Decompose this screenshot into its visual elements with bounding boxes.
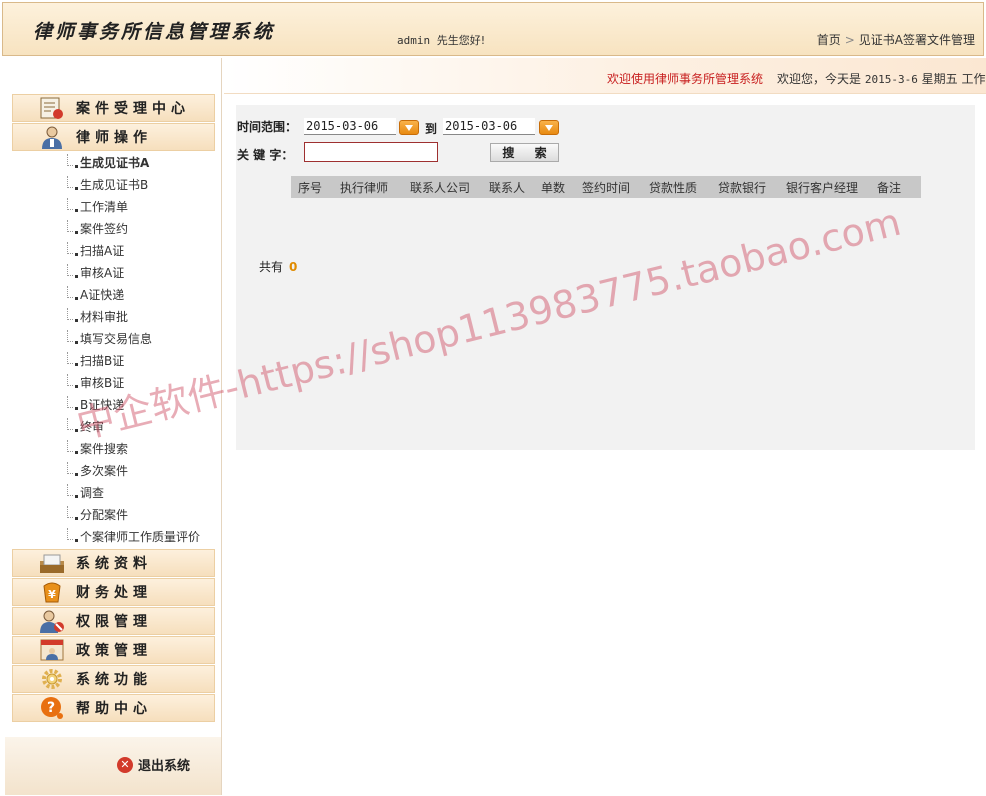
sidebar-item-quality-evaluation[interactable]: 个案律师工作质量评价 <box>67 526 221 548</box>
lawyer-icon <box>38 125 66 149</box>
breadcrumb-current: 见证书A签署文件管理 <box>858 33 975 47</box>
sidebar-item-work-list[interactable]: 工作清单 <box>67 196 221 218</box>
keyword-input[interactable] <box>304 142 438 162</box>
column-header: 单数 <box>540 180 565 195</box>
total-count: 共有 0 <box>259 258 297 275</box>
today-date: 2015-3-6 <box>864 73 918 86</box>
column-header: 联系人 <box>488 180 525 195</box>
sidebar-item-case-search[interactable]: 案件搜索 <box>67 438 221 460</box>
app-title: 律师事务所信息管理系统 <box>33 21 276 43</box>
certificate-icon <box>38 96 66 120</box>
sidebar-category-label: 权限管理 <box>76 614 152 630</box>
sidebar-category-system-data[interactable]: 系统资料 <box>12 549 215 577</box>
search-button[interactable]: 搜 索 <box>490 143 559 162</box>
breadcrumb-home[interactable]: 首页 <box>817 33 841 47</box>
sidebar-item-express-a[interactable]: A证快递 <box>67 284 221 306</box>
today-status: 工作 <box>961 72 986 86</box>
policy-icon <box>38 638 66 662</box>
sidebar-category-label: 系统资料 <box>76 556 152 572</box>
sidebar-item-generate-cert-b[interactable]: 生成见证书B <box>67 174 221 196</box>
sidebar-category-permission[interactable]: 权限管理 <box>12 607 215 635</box>
close-icon: ✕ <box>117 756 133 773</box>
sidebar-category-label: 政策管理 <box>76 643 152 659</box>
sidebar-category-case-center[interactable]: 案件受理中心 <box>12 94 215 122</box>
search-panel: 时间范围： 到 关 键 字： 搜 索 序号 执行律师 联系人公司 联系人 单数 … <box>236 105 975 450</box>
sidebar-category-policy[interactable]: 政策管理 <box>12 636 215 664</box>
column-header: 联系人公司 <box>409 180 470 195</box>
sidebar-item-review-a[interactable]: 审核A证 <box>67 262 221 284</box>
total-value: 0 <box>289 260 298 274</box>
column-header: 贷款银行 <box>717 180 766 195</box>
sidebar: 案件受理中心 律师操作 生成见证书A 生成见证书B 工作清单 案件签约 扫描A证… <box>5 58 222 795</box>
sidebar-category-finance[interactable]: ¥ 财务处理 <box>12 578 215 606</box>
chevron-right-icon: > <box>844 33 855 47</box>
sidebar-top <box>5 58 221 94</box>
gear-icon <box>38 667 66 691</box>
username: admin <box>397 34 431 47</box>
column-header: 签约时间 <box>581 180 630 195</box>
table-header: 序号 执行律师 联系人公司 联系人 单数 签约时间 贷款性质 贷款银行 银行客户… <box>291 176 921 198</box>
svg-text:?: ? <box>47 700 55 716</box>
today-prefix: 欢迎您，今天是 <box>777 72 862 86</box>
sidebar-item-material-approval[interactable]: 材料审批 <box>67 306 221 328</box>
welcome-bar: 欢迎使用律师事务所管理系统 欢迎您，今天是 2015-3-6 星期五 工作 <box>224 58 986 94</box>
column-header: 银行客户经理 <box>785 180 858 195</box>
today-info: 欢迎您，今天是 2015-3-6 星期五 工作 <box>777 70 986 87</box>
top-header: 律师事务所信息管理系统 admin 先生您好! 首页 > 见证书A签署文件管理 <box>2 2 984 56</box>
keyword-label: 关 键 字： <box>237 148 294 162</box>
sidebar-item-case-signing[interactable]: 案件签约 <box>67 218 221 240</box>
date-to-input[interactable] <box>443 118 535 135</box>
sidebar-category-label: 财务处理 <box>76 585 152 601</box>
sidebar-category-label: 律师操作 <box>76 130 152 146</box>
calendar-dropdown-icon[interactable] <box>539 120 559 135</box>
page: 律师事务所信息管理系统 admin 先生您好! 首页 > 见证书A签署文件管理 案件… <box>0 0 986 796</box>
sidebar-item-express-b[interactable]: B证快递 <box>67 394 221 416</box>
folder-icon <box>38 551 66 575</box>
total-label: 共有 <box>259 260 284 274</box>
time-range-label: 时间范围： <box>237 120 298 134</box>
column-header: 备注 <box>876 180 901 195</box>
user-greeting: admin 先生您好! <box>397 32 485 48</box>
column-header: 执行律师 <box>339 180 388 195</box>
sidebar-item-generate-cert-a[interactable]: 生成见证书A <box>67 152 221 174</box>
sidebar-item-scan-a[interactable]: 扫描A证 <box>67 240 221 262</box>
sidebar-footer: ✕ 退出系统 <box>5 737 221 795</box>
column-header: 贷款性质 <box>648 180 697 195</box>
money-icon: ¥ <box>38 580 66 604</box>
lawyer-ops-submenu: 生成见证书A 生成见证书B 工作清单 案件签约 扫描A证 审核A证 A证快递 材… <box>67 152 221 548</box>
sidebar-category-system-functions[interactable]: 系统功能 <box>12 665 215 693</box>
help-icon: ? <box>38 696 66 720</box>
greeting-text: 先生您好! <box>436 34 486 47</box>
sidebar-item-final-review[interactable]: 终审 <box>67 416 221 438</box>
sidebar-item-fill-transaction[interactable]: 填写交易信息 <box>67 328 221 350</box>
sidebar-category-label: 帮助中心 <box>76 701 152 717</box>
sidebar-category-lawyer-ops[interactable]: 律师操作 <box>12 123 215 151</box>
to-label: 到 <box>425 122 438 136</box>
sidebar-item-scan-b[interactable]: 扫描B证 <box>67 350 221 372</box>
breadcrumb: 首页 > 见证书A签署文件管理 <box>817 31 975 48</box>
date-from-input[interactable] <box>304 118 396 135</box>
calendar-dropdown-icon[interactable] <box>399 120 419 135</box>
sidebar-item-assign-case[interactable]: 分配案件 <box>67 504 221 526</box>
column-header: 序号 <box>297 180 322 195</box>
logout-label: 退出系统 <box>138 759 191 774</box>
logout-button[interactable]: ✕ 退出系统 <box>117 755 190 774</box>
svg-text:¥: ¥ <box>48 588 56 601</box>
sidebar-item-multiple-cases[interactable]: 多次案件 <box>67 460 221 482</box>
sidebar-category-label: 系统功能 <box>76 672 152 688</box>
sidebar-category-help[interactable]: ? 帮助中心 <box>12 694 215 722</box>
today-weekday: 星期五 <box>921 72 958 86</box>
permission-icon <box>38 609 66 633</box>
sidebar-item-investigation[interactable]: 调查 <box>67 482 221 504</box>
welcome-message: 欢迎使用律师事务所管理系统 <box>607 72 764 86</box>
sidebar-category-label: 案件受理中心 <box>76 101 190 117</box>
sidebar-item-review-b[interactable]: 审核B证 <box>67 372 221 394</box>
main-content: 欢迎使用律师事务所管理系统 欢迎您，今天是 2015-3-6 星期五 工作 时间… <box>224 58 986 795</box>
